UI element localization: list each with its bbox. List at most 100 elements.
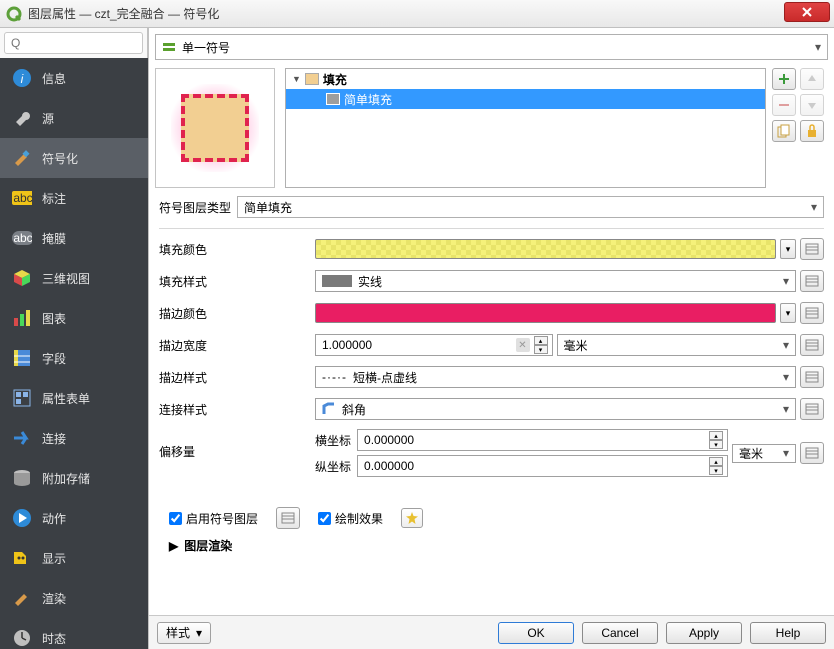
draw-effects-input[interactable] bbox=[318, 512, 331, 525]
chevron-down-icon: ▾ bbox=[783, 446, 789, 460]
spin-up[interactable]: ▴ bbox=[534, 336, 548, 345]
spin-down[interactable]: ▾ bbox=[709, 440, 723, 449]
offset-y-input[interactable]: 0.000000 ▴▾ bbox=[357, 455, 728, 477]
cancel-button[interactable]: Cancel bbox=[582, 622, 658, 644]
stroke-color-override-button[interactable] bbox=[800, 302, 824, 324]
offset-y-label: 纵坐标 bbox=[315, 458, 351, 475]
apply-button[interactable]: Apply bbox=[666, 622, 742, 644]
sidebar-item-label: 属性表单 bbox=[42, 390, 90, 407]
stroke-style-combo[interactable]: -·-·- 短横-点虚线 ▾ bbox=[315, 366, 796, 388]
sidebar-item-joins[interactable]: 连接 bbox=[0, 418, 148, 458]
lock-layer-button[interactable] bbox=[800, 120, 824, 142]
sidebar-item-diagrams[interactable]: 图表 bbox=[0, 298, 148, 338]
help-button[interactable]: Help bbox=[750, 622, 826, 644]
sidebar-item-label: 连接 bbox=[42, 430, 66, 447]
stroke-width-value: 1.000000 bbox=[322, 338, 372, 352]
sidebar-item-symbology[interactable]: 符号化 bbox=[0, 138, 148, 178]
sidebar-item-info[interactable]: i信息 bbox=[0, 58, 148, 98]
data-override-icon bbox=[805, 307, 819, 319]
svg-text:abc: abc bbox=[13, 191, 32, 205]
join-style-override-button[interactable] bbox=[800, 398, 824, 420]
stroke-style-value: 短横-点虚线 bbox=[353, 369, 417, 386]
tree-root[interactable]: ▼ 填充 bbox=[286, 69, 765, 89]
sidebar-item-label: 显示 bbox=[42, 550, 66, 567]
enable-symbol-layer-input[interactable] bbox=[169, 512, 182, 525]
renderer-type-combo[interactable]: 单一符号 ▾ bbox=[155, 34, 828, 60]
fill-style-combo[interactable]: 实线 ▾ bbox=[315, 270, 796, 292]
sidebar-item-labels[interactable]: abc标注 bbox=[0, 178, 148, 218]
search-input[interactable] bbox=[4, 32, 143, 54]
stroke-style-override-button[interactable] bbox=[800, 366, 824, 388]
layer-type-value: 简单填充 bbox=[244, 199, 292, 216]
sidebar-item-display[interactable]: 显示 bbox=[0, 538, 148, 578]
spin-down[interactable]: ▾ bbox=[534, 345, 548, 354]
fill-style-override-button[interactable] bbox=[800, 270, 824, 292]
fill-color-override-button[interactable] bbox=[800, 238, 824, 260]
chevron-down-icon: ▾ bbox=[196, 626, 202, 640]
fill-style-value: 实线 bbox=[358, 273, 382, 290]
draw-effects-checkbox[interactable]: 绘制效果 bbox=[318, 510, 383, 527]
offset-x-input[interactable]: 0.000000 ▴▾ bbox=[357, 429, 728, 451]
offset-override-button[interactable] bbox=[800, 442, 824, 464]
move-down-button bbox=[800, 94, 824, 116]
sidebar-item-aux[interactable]: 附加存储 bbox=[0, 458, 148, 498]
stroke-width-input[interactable]: 1.000000 ✕ ▴▾ bbox=[315, 334, 553, 356]
enable-layer-override-button[interactable] bbox=[276, 507, 300, 529]
stroke-width-override-button[interactable] bbox=[800, 334, 824, 356]
fill-color-dropdown[interactable]: ▾ bbox=[780, 239, 796, 259]
enable-symbol-layer-checkbox[interactable]: 启用符号图层 bbox=[169, 510, 258, 527]
sidebar-item-actions[interactable]: 动作 bbox=[0, 498, 148, 538]
render-icon bbox=[12, 588, 32, 608]
symbol-preview bbox=[155, 68, 275, 188]
spin-down[interactable]: ▾ bbox=[709, 466, 723, 475]
single-symbol-icon bbox=[162, 40, 176, 54]
data-override-icon bbox=[805, 275, 819, 287]
stroke-color-dropdown[interactable]: ▾ bbox=[780, 303, 796, 323]
stroke-style-label: 描边样式 bbox=[159, 369, 309, 386]
stroke-color-swatch[interactable] bbox=[315, 303, 776, 323]
fill-color-swatch[interactable] bbox=[315, 239, 776, 259]
sidebar-item-label: 信息 bbox=[42, 70, 66, 87]
tree-child[interactable]: 简单填充 bbox=[286, 89, 765, 109]
action-icon bbox=[12, 508, 32, 528]
chevron-down-icon: ▾ bbox=[783, 338, 789, 352]
draw-effects-label: 绘制效果 bbox=[335, 510, 383, 527]
add-layer-button[interactable] bbox=[772, 68, 796, 90]
sidebar-item-rendering[interactable]: 渲染 bbox=[0, 578, 148, 618]
sidebar-item-label: 动作 bbox=[42, 510, 66, 527]
sidebar-item-fields[interactable]: 字段 bbox=[0, 338, 148, 378]
sidebar-item-form[interactable]: 属性表单 bbox=[0, 378, 148, 418]
simplefill-swatch-icon bbox=[326, 93, 340, 105]
clear-icon[interactable]: ✕ bbox=[516, 338, 530, 352]
renderer-type-label: 单一符号 bbox=[182, 39, 230, 56]
chevron-down-icon: ▾ bbox=[783, 370, 789, 384]
close-icon bbox=[801, 6, 813, 18]
ok-button[interactable]: OK bbox=[498, 622, 574, 644]
move-up-button bbox=[800, 68, 824, 90]
join-style-value: 斜角 bbox=[342, 401, 366, 418]
tree-expand-icon[interactable]: ▼ bbox=[292, 74, 301, 84]
offset-x-label: 横坐标 bbox=[315, 432, 351, 449]
symbol-layer-tree[interactable]: ▼ 填充 简单填充 bbox=[285, 68, 766, 188]
effects-button[interactable] bbox=[401, 508, 423, 528]
spin-up[interactable]: ▴ bbox=[709, 457, 723, 466]
label-icon: abc bbox=[12, 188, 32, 208]
chart-icon bbox=[12, 308, 32, 328]
sidebar-item-masks[interactable]: abc掩膜 bbox=[0, 218, 148, 258]
stroke-width-unit-combo[interactable]: 毫米 ▾ bbox=[557, 334, 797, 356]
spin-up[interactable]: ▴ bbox=[709, 431, 723, 440]
sidebar-item-temporal[interactable]: 时态 bbox=[0, 618, 148, 649]
style-menu-button[interactable]: 样式 ▾ bbox=[157, 622, 211, 644]
offset-unit-combo[interactable]: 毫米 ▾ bbox=[732, 444, 796, 463]
sidebar-item-source[interactable]: 源 bbox=[0, 98, 148, 138]
storage-icon bbox=[12, 468, 32, 488]
close-button[interactable] bbox=[784, 2, 830, 22]
layer-type-combo[interactable]: 简单填充 ▾ bbox=[237, 196, 824, 218]
sidebar-item-label: 三维视图 bbox=[42, 270, 90, 287]
sidebar-item-3dview[interactable]: 三维视图 bbox=[0, 258, 148, 298]
layer-rendering-section[interactable]: ▶ 图层渲染 bbox=[169, 537, 814, 554]
stroke-width-unit: 毫米 bbox=[564, 337, 588, 354]
sidebar-item-label: 源 bbox=[42, 110, 54, 127]
join-style-combo[interactable]: 斜角 ▾ bbox=[315, 398, 796, 420]
duplicate-layer-button[interactable] bbox=[772, 120, 796, 142]
